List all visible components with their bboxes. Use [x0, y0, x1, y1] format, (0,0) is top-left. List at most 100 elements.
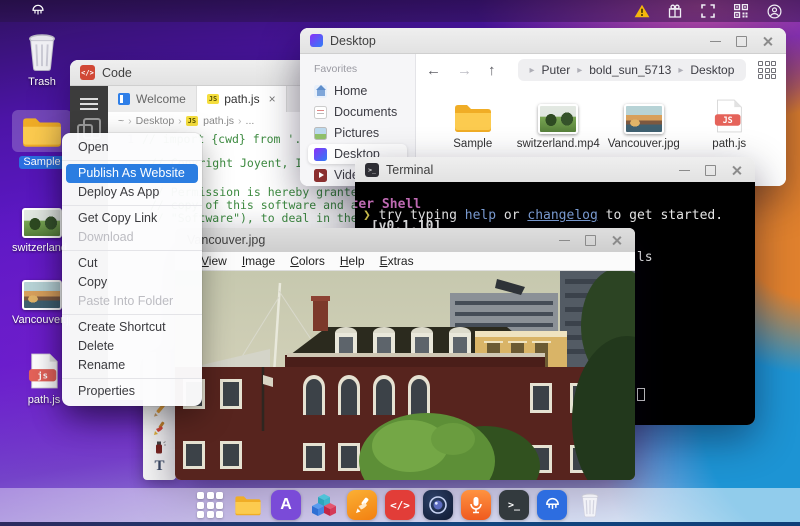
home-icon [314, 84, 327, 98]
menu-item-create-shortcut[interactable]: Create Shortcut [62, 318, 202, 337]
taskbar-trash[interactable] [575, 490, 605, 520]
file-manager-titlebar[interactable]: Desktop [300, 28, 786, 54]
forward-icon[interactable]: → [457, 62, 472, 79]
crumb-part[interactable]: path.js [203, 115, 234, 127]
paintbrush-tool-icon[interactable] [152, 421, 167, 436]
sidebar-item-label: Documents [334, 105, 398, 119]
breadcrumb-item[interactable]: Desktop [690, 63, 734, 77]
crumb-part[interactable]: Desktop [136, 115, 175, 127]
account-icon[interactable] [766, 3, 782, 19]
tab-welcome[interactable]: Welcome [108, 86, 197, 112]
menu-item-rename[interactable]: Rename [62, 356, 202, 375]
maximize-icon[interactable] [735, 35, 748, 48]
crumb-part[interactable]: ... [246, 115, 255, 127]
crumb-part[interactable]: ~ [118, 115, 124, 127]
taskbar-files[interactable] [233, 490, 263, 524]
desktop-icon-label: path.js [27, 394, 61, 406]
file-label: Sample [453, 138, 493, 150]
qr-code-icon[interactable] [733, 3, 749, 19]
taskbar-recorder[interactable] [461, 490, 491, 520]
puter-desktop: Trash Sample switzerland.mp4 Vancouver.j… [0, 0, 800, 526]
window-controls [545, 228, 623, 252]
menu-item-get-copy-link[interactable]: Get Copy Link [62, 209, 202, 228]
minimize-icon[interactable] [678, 164, 691, 177]
menu-item-publish-as-website[interactable]: Publish As Website [66, 164, 198, 183]
menu-extras[interactable]: Extras [380, 254, 414, 268]
text-tool-icon[interactable]: T [154, 459, 164, 474]
minimize-icon[interactable] [709, 35, 722, 48]
taskbar-text-editor[interactable]: A [271, 490, 301, 520]
svg-text:JS: JS [723, 115, 733, 125]
taskbar-app-launcher[interactable] [195, 490, 225, 520]
paintbrush-icon [355, 497, 368, 513]
menu-separator [62, 378, 202, 379]
js-file-icon: JS [687, 90, 773, 134]
menu-help[interactable]: Help [340, 254, 365, 268]
top-bar [0, 0, 800, 22]
menu-colors[interactable]: Colors [290, 254, 325, 268]
back-icon[interactable]: ← [426, 62, 441, 79]
context-menu: Open Publish As Website Deploy As App Ge… [62, 133, 202, 406]
menu-separator [62, 160, 202, 161]
image-viewer-titlebar[interactable]: Vancouver.jpg [175, 228, 635, 252]
help-link[interactable]: help [465, 208, 496, 223]
folder-icon [430, 90, 516, 134]
warning-icon[interactable] [634, 3, 650, 19]
menu-item-copy[interactable]: Copy [62, 273, 202, 292]
up-icon[interactable]: ↑ [488, 62, 496, 79]
chevron-icon: › [238, 114, 242, 127]
taskbar-3d-modeler[interactable] [309, 490, 339, 520]
gift-icon[interactable] [667, 3, 683, 19]
terminal-tip: ❯ try typing help or changelog to get st… [363, 208, 724, 223]
file-label: switzerland.mp4 [516, 138, 600, 150]
menu-item-properties[interactable]: Properties [62, 382, 202, 401]
minimize-icon[interactable] [558, 234, 571, 247]
taskbar-paint[interactable] [347, 490, 377, 524]
chevron-icon: › [128, 114, 132, 127]
breadcrumb-item[interactable]: bold_sun_5713 [589, 63, 671, 77]
tab-close-icon[interactable]: × [269, 92, 276, 106]
ink-tool-icon[interactable] [153, 440, 167, 455]
menu-item-paste-into-folder: Paste Into Folder [78, 294, 174, 308]
breadcrumb-item[interactable]: Puter [542, 63, 571, 77]
code-window-title: Code [102, 65, 132, 80]
chevron-icon: ▸ [678, 64, 684, 76]
taskbar-code[interactable]: </> [385, 490, 415, 524]
menu-item-delete[interactable]: Delete [62, 337, 202, 356]
cubes-icon [311, 493, 336, 516]
terminal-titlebar[interactable]: >_ Terminal [355, 157, 755, 183]
window-controls [665, 157, 743, 183]
chevron-icon: ▸ [577, 64, 583, 76]
menu-separator [62, 250, 202, 251]
file-label: Vancouver.jpg [607, 138, 680, 150]
sidebar-item-label: Home [334, 84, 368, 98]
image-viewer-menubar: View Image Colors Help Extras [175, 252, 635, 271]
menu-item-deploy-as-app[interactable]: Deploy As App [62, 183, 202, 202]
close-icon[interactable] [730, 164, 743, 177]
menu-item-cut[interactable]: Cut [62, 254, 202, 273]
tab-pathjs[interactable]: JS path.js × [196, 86, 287, 112]
menu-image[interactable]: Image [242, 254, 275, 268]
menu-hamburger-icon[interactable] [80, 98, 98, 110]
maximize-icon[interactable] [704, 164, 717, 177]
sidebar-item-label: Pictures [334, 126, 380, 140]
js-badge-icon: JS [185, 115, 199, 126]
grid-view-icon[interactable] [758, 61, 776, 79]
sidebar-item-documents[interactable]: Documents [308, 102, 407, 122]
close-icon[interactable] [610, 234, 623, 247]
fullscreen-icon[interactable] [700, 3, 716, 19]
close-icon[interactable] [761, 35, 774, 48]
taskbar-draw[interactable] [537, 490, 567, 520]
desktop-icon-trash[interactable]: Trash [12, 30, 72, 90]
taskbar-terminal[interactable]: >_ [499, 490, 529, 524]
trash-icon [581, 493, 599, 518]
welcome-tab-icon [118, 93, 130, 105]
sidebar-item-home[interactable]: Home [308, 81, 407, 101]
puter-logo-icon[interactable] [30, 3, 46, 19]
sidebar-item-pictures[interactable]: Pictures [308, 123, 407, 143]
menu-item-open[interactable]: Open [62, 138, 202, 157]
changelog-link[interactable]: changelog [527, 208, 597, 223]
menu-view[interactable]: View [201, 254, 227, 268]
taskbar-camera[interactable] [423, 490, 453, 520]
maximize-icon[interactable] [584, 234, 597, 247]
